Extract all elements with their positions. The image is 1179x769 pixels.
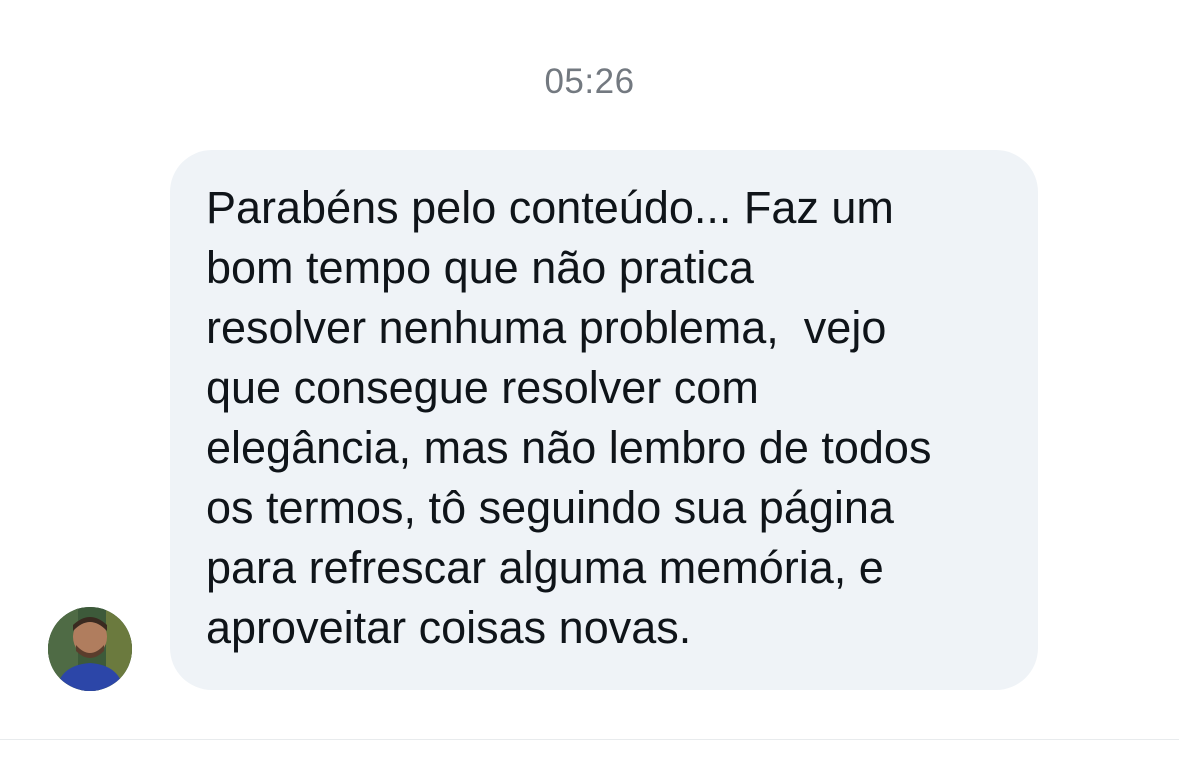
message-text: Parabéns pelo conteúdo... Faz um bom tem… [206,182,932,653]
avatar-photo-icon [48,607,132,691]
message-timestamp: 05:26 [544,62,635,101]
incoming-message-row: Parabéns pelo conteúdo... Faz um bom tem… [0,150,1179,695]
composer-divider [0,739,1179,740]
sender-avatar[interactable] [48,607,132,691]
message-bubble[interactable]: Parabéns pelo conteúdo... Faz um bom tem… [170,150,1038,690]
